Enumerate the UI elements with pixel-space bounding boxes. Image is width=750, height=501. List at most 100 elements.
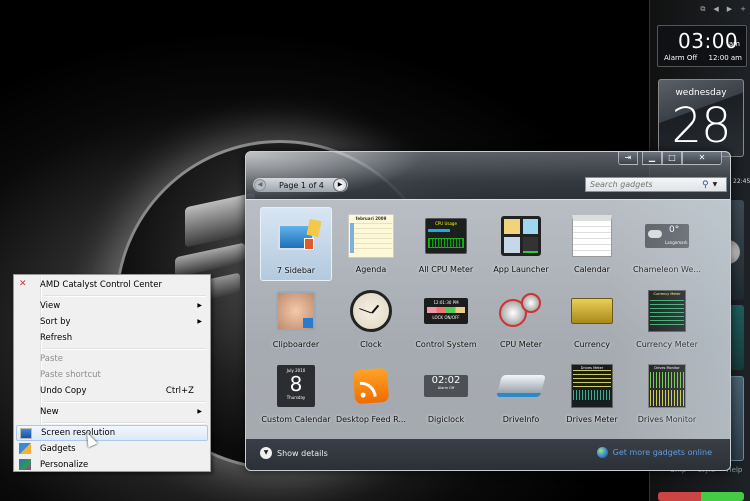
sidebar-gadget-thumb: [272, 214, 322, 260]
gadget-tile[interactable]: Desktop Feed R...: [335, 357, 407, 431]
cpu-graph: [428, 238, 464, 248]
digiclock-image: 02:02 Alarm Off: [424, 375, 468, 397]
notes-icon: [522, 219, 538, 234]
gadget-tile[interactable]: 12:01:30 PM LOCK ON/OFF Control System: [410, 282, 482, 356]
gadget-tile[interactable]: Clipboarder: [260, 282, 332, 356]
show-details-label: Show details: [277, 448, 328, 458]
menu-item-undo-copy[interactable]: Undo Copy Ctrl+Z: [16, 383, 208, 399]
gadget-tile[interactable]: Currency Meter Currency Meter: [631, 282, 703, 356]
globe-icon: [596, 447, 608, 458]
gadget-tile[interactable]: Drives Monitor Drives Monitor: [631, 357, 703, 431]
menu-item-paste-shortcut[interactable]: Paste shortcut: [16, 367, 208, 383]
control-time: 12:01:30 PM: [433, 300, 459, 305]
menu-item-paste[interactable]: Paste: [16, 351, 208, 367]
search-input[interactable]: [590, 180, 698, 189]
personalize-icon: [19, 459, 31, 470]
customcal-day: 8: [289, 372, 303, 396]
digiclock-time: 02:02: [431, 375, 461, 386]
sidebar-gadget[interactable]: [658, 492, 744, 501]
menu-item-screen-resolution[interactable]: Screen resolution: [16, 425, 208, 441]
chevron-left-icon: ◀: [257, 181, 263, 188]
calendar-gadget[interactable]: wednesday 28: [658, 79, 744, 157]
monitor-icon: [278, 218, 322, 250]
minimize-button[interactable]: ▁: [642, 152, 662, 165]
menu-item-amd-catalyst[interactable]: ✕ AMD Catalyst Control Center: [16, 277, 208, 293]
get-more-gadgets-link[interactable]: Get more gadgets online: [596, 447, 712, 458]
page-indicator: Page 1 of 4: [279, 180, 324, 190]
gadget-name: Currency Meter: [636, 340, 698, 349]
clock-hand: [371, 304, 380, 314]
clock-ampm: am: [728, 40, 740, 48]
driveinfo-thumb: [496, 363, 546, 409]
drives-monitor-graph: [650, 372, 684, 388]
weather-image: 0° Langemark: [645, 224, 689, 248]
screen-resolution-icon: [20, 428, 32, 439]
menu-item-new[interactable]: New ▶: [16, 404, 208, 420]
gadget-tile[interactable]: CPU Meter: [485, 282, 557, 356]
currency-meter-rows: [650, 298, 684, 328]
menu-item-shortcut: Ctrl+Z: [165, 386, 194, 396]
gadget-tile[interactable]: Calendar: [556, 207, 628, 281]
clock-gadget[interactable]: 03:00 am Alarm Off 12:00 am: [657, 25, 747, 67]
gadget-tile[interactable]: Drives Meter Drives Meter: [556, 357, 628, 431]
agenda-grid: [350, 223, 392, 253]
gadget-tile[interactable]: July 2010 8 Thursday Custom Calendar: [260, 357, 332, 431]
close-button[interactable]: ✕: [682, 152, 722, 165]
currency-meter-title: Currency Meter: [653, 292, 681, 296]
gadget-tile[interactable]: Currency: [556, 282, 628, 356]
sidebar-gallery-icon[interactable]: ⧉: [700, 5, 705, 14]
scissors-icon: [522, 236, 538, 253]
gadget-tile[interactable]: februari 2009 Agenda: [335, 207, 407, 281]
menu-item-label: View: [40, 301, 61, 311]
gallery-footer: ▼ Show details Get more gadgets online: [246, 439, 730, 470]
sidebar-next-icon[interactable]: ▶: [727, 5, 732, 14]
calendar-image: [572, 215, 612, 257]
chevron-down-icon: ▼: [260, 447, 272, 459]
analog-clock-image: [350, 290, 392, 332]
sidebar-toolbar: ⧉ ◀ ▶ +: [700, 5, 746, 14]
app-launcher-image: [501, 216, 541, 256]
calendar-weekday: wednesday: [675, 88, 727, 98]
clipboarder-image: [276, 291, 316, 331]
search-dropdown-icon[interactable]: ▼: [713, 181, 718, 188]
gadget-tile[interactable]: Clock: [335, 282, 407, 356]
menu-item-label: Paste: [40, 354, 63, 364]
menu-item-personalize[interactable]: Personalize: [16, 457, 208, 473]
menu-item-refresh[interactable]: Refresh: [16, 330, 208, 346]
customcal-weekday: Thursday: [286, 395, 306, 400]
sidebar-prev-icon[interactable]: ◀: [713, 5, 718, 14]
note-icon: [306, 218, 322, 238]
search-icon[interactable]: ⚲: [702, 180, 709, 190]
next-page-button[interactable]: ▶: [333, 178, 347, 192]
cpu-bar: [428, 229, 450, 232]
gadget-tile[interactable]: DriveInfo: [485, 357, 557, 431]
control-buttons: [427, 307, 465, 313]
sidebar-add-icon[interactable]: +: [740, 5, 746, 14]
menu-item-view[interactable]: View ▶: [16, 298, 208, 314]
gadgets-icon: [19, 443, 31, 454]
maximize-button[interactable]: □: [662, 152, 682, 165]
drives-meter-rows: [573, 370, 611, 390]
menu-item-label: Undo Copy: [40, 386, 87, 396]
agenda-thumb: februari 2009: [347, 213, 395, 259]
attach-button[interactable]: ⇥: [618, 152, 638, 165]
all-cpu-meter-thumb: CPU Usage: [422, 213, 470, 259]
gadget-name: Drives Meter: [566, 415, 618, 424]
calendar-thumb: [568, 213, 616, 259]
previous-page-button[interactable]: ◀: [254, 179, 266, 191]
control-lock: LOCK ON/OFF: [432, 315, 460, 320]
show-details-toggle[interactable]: ▼ Show details: [260, 447, 328, 459]
agenda-month: februari 2009: [355, 216, 387, 221]
gadget-tile[interactable]: 7 Sidebar: [260, 207, 332, 281]
gadget-grid: 7 Sidebar februari 2009 Agenda CPU Usage…: [246, 199, 730, 439]
menu-item-label: Gadgets: [40, 444, 76, 454]
menu-item-gadgets[interactable]: Gadgets: [16, 441, 208, 457]
submenu-arrow-icon: ▶: [197, 408, 202, 415]
gadget-tile[interactable]: 0° Langemark Chameleon We...: [631, 207, 703, 281]
gadget-tile[interactable]: App Launcher: [485, 207, 557, 281]
get-more-gadgets-label: Get more gadgets online: [612, 448, 712, 457]
menu-item-sort-by[interactable]: Sort by ▶: [16, 314, 208, 330]
gadget-tile[interactable]: 02:02 Alarm Off Digiclock: [410, 357, 482, 431]
cpu-meter-image: CPU Usage: [425, 218, 467, 254]
gadget-tile[interactable]: CPU Usage All CPU Meter: [410, 207, 482, 281]
